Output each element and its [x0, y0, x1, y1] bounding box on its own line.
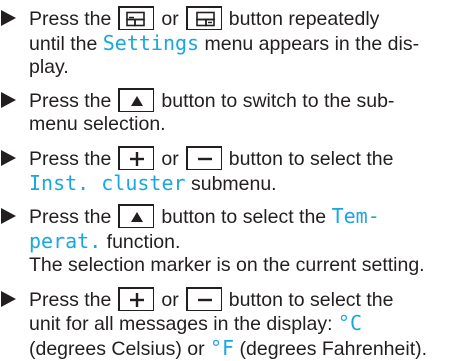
step-2-line-2: menu selection. — [29, 113, 166, 135]
step-text: Press the — [29, 148, 112, 170]
step-4-note: The selection marker is on the current s… — [29, 254, 425, 276]
step-3-line-2: Inst. cluster submenu. — [0, 171, 277, 196]
step-text: function. — [106, 231, 181, 253]
fahrenheit-label: °F — [210, 336, 235, 360]
up-arrow-icon — [118, 88, 155, 112]
bullet-triangle-icon — [0, 207, 19, 225]
inst-cluster-label: Inst. cluster — [29, 171, 186, 195]
step-text: Press the — [29, 90, 112, 112]
step-text: or — [161, 148, 179, 170]
display-left-icon — [118, 6, 155, 30]
minus-icon — [185, 287, 222, 311]
step-text: Press the — [29, 289, 112, 311]
step-text: button to select the — [228, 289, 394, 311]
step-text: button to select the — [161, 206, 327, 228]
bullet-triangle-icon — [0, 9, 19, 27]
celsius-label: °C — [337, 311, 363, 335]
bullet-triangle-icon — [0, 91, 19, 109]
step-1-line-2: until the Settings menu appears in the d… — [0, 31, 419, 56]
temperat-label: perat. — [29, 229, 102, 253]
minus-icon — [185, 146, 222, 170]
display-right-icon — [185, 6, 222, 30]
step-text: menu appears in the dis- — [204, 33, 420, 55]
step-5-line-3: (degrees Celsius) or °F (degrees Fahrenh… — [0, 336, 427, 361]
plus-icon — [118, 287, 155, 311]
step-text: or — [161, 8, 179, 30]
plus-icon — [118, 146, 155, 170]
step-text: until the — [29, 33, 98, 55]
step-3-line-1: Press the or button to select the — [0, 146, 394, 171]
step-5-line-2: unit for all messages in the display: °C — [0, 311, 362, 336]
settings-menu-label: Settings — [102, 31, 200, 55]
step-text: Press the — [29, 8, 112, 30]
step-text: button to switch to the sub- — [161, 90, 395, 112]
step-text: submenu. — [190, 173, 277, 195]
step-5-line-1: Press the or button to select the — [0, 287, 394, 312]
step-1-line-1: Press the or button repeatedly — [0, 6, 379, 31]
instruction-list: Press the or button repeatedly until the S… — [0, 0, 462, 360]
step-4-line-1: Press the button to select the Tem- — [0, 204, 380, 229]
up-arrow-icon — [118, 204, 155, 228]
step-text: button to select the — [228, 148, 394, 170]
step-text: or — [161, 289, 179, 311]
bullet-triangle-icon — [0, 149, 19, 167]
step-text: button repeatedly — [228, 8, 380, 30]
step-text: Press the — [29, 206, 112, 228]
step-text: unit for all messages in the display: — [29, 313, 333, 335]
step-1-line-3: play. — [29, 56, 69, 78]
temperat-label: Tem- — [331, 204, 380, 228]
step-2-line-1: Press the button to switch to the sub- — [0, 88, 394, 113]
step-4-line-2: perat. function. — [0, 229, 180, 254]
bullet-triangle-icon — [0, 290, 19, 308]
